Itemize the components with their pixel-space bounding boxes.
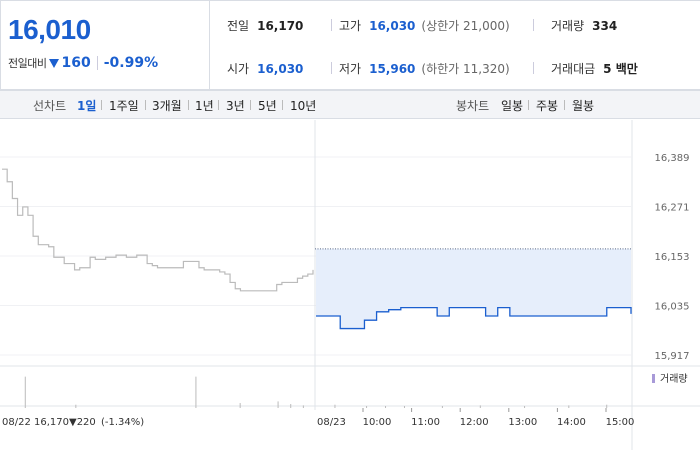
divider <box>331 62 332 74</box>
stat-value: 16,170 <box>257 18 304 33</box>
time-tick-label: 11:00 <box>411 417 440 428</box>
stat-value: 334 <box>592 18 618 33</box>
tab-1week[interactable]: 1주일 <box>109 97 139 114</box>
prev-day-date-label: 08/22 <box>2 417 31 428</box>
stat-label: 저가 <box>339 62 362 76</box>
divider <box>533 62 534 74</box>
stat-value: 16,030 <box>369 18 416 33</box>
tab-monthly-candle[interactable]: 월봉 <box>572 97 594 114</box>
tab-5years[interactable]: 5년 <box>258 97 277 114</box>
tab-divider <box>282 100 283 110</box>
tab-divider <box>564 100 565 110</box>
stat-high: 고가 16,030 (상한가 21,000) <box>339 17 510 34</box>
stat-label: 거래량 <box>551 19 585 33</box>
stat-label: 거래대금 <box>551 62 596 76</box>
tab-3months[interactable]: 3개월 <box>152 97 182 114</box>
quote-header: 16,010 전일대비 160 -0.99% 전일 16,170 고가 16,0… <box>0 0 700 90</box>
y-tick-label: 16,389 <box>655 153 690 164</box>
stat-amount: 거래대금 5 백만 <box>551 60 638 77</box>
tab-10years[interactable]: 10년 <box>290 97 316 114</box>
change-value: 160 <box>61 55 91 71</box>
y-tick-label: 15,917 <box>655 351 690 362</box>
stat-value: 16,030 <box>257 61 304 76</box>
tab-1day[interactable]: 1일 <box>77 97 96 114</box>
stat-sub: (상한가 21,000) <box>421 19 510 33</box>
stat-low: 저가 15,960 (하한가 11,320) <box>339 60 510 77</box>
stats-panel: 전일 16,170 고가 16,030 (상한가 21,000) 거래량 334… <box>211 1 700 89</box>
volume-legend-label: 거래량 <box>660 373 688 385</box>
down-arrow-icon <box>49 58 60 68</box>
stat-label: 전일 <box>227 19 250 33</box>
price-chart[interactable]: 16,389 16,271 16,153 16,035 15,917 거래량 08/22 16… <box>0 120 700 450</box>
time-tick-label: 15:00 <box>606 417 635 428</box>
chart-period-tabs: 선차트 1일 1주일 3개월 1년 3년 5년 10년 봉차트 일봉 주봉 월봉 <box>0 90 700 119</box>
tab-divider <box>218 100 219 110</box>
tab-3years[interactable]: 3년 <box>226 97 245 114</box>
prev-day-price-line <box>2 168 314 292</box>
change-percent: -0.99% <box>103 55 159 71</box>
time-tick-label: 14:00 <box>557 417 586 428</box>
divider <box>533 19 534 31</box>
stat-label: 시가 <box>227 62 250 76</box>
time-tick-label: 13:00 <box>508 417 537 428</box>
tab-daily-candle[interactable]: 일봉 <box>501 97 523 114</box>
stat-value: 15,960 <box>369 61 416 76</box>
stat-value: 5 백만 <box>603 62 638 76</box>
price-box: 16,010 전일대비 160 -0.99% <box>1 1 210 89</box>
divider <box>96 56 98 70</box>
today-date-label: 08/23 <box>317 417 346 428</box>
tab-weekly-candle[interactable]: 주봉 <box>536 97 558 114</box>
change-row: 전일대비 160 -0.99% <box>8 55 158 71</box>
stat-label: 고가 <box>339 19 362 33</box>
tab-divider <box>528 100 529 110</box>
tab-divider <box>250 100 251 110</box>
current-price: 16,010 <box>8 14 91 45</box>
volume-legend-swatch <box>652 374 655 383</box>
y-tick-label: 16,271 <box>655 203 690 214</box>
stat-prev-close: 전일 16,170 <box>227 17 303 34</box>
time-tick-label: 12:00 <box>460 417 489 428</box>
prev-day-change-label: ▼220 <box>69 417 96 428</box>
y-tick-label: 16,035 <box>655 302 690 313</box>
y-tick-label: 16,153 <box>655 252 690 263</box>
stat-open: 시가 16,030 <box>227 60 303 77</box>
candle-chart-label: 봉차트 <box>456 99 490 113</box>
change-label: 전일대비 <box>8 57 47 70</box>
prev-day-close-label: 16,170 <box>34 417 69 428</box>
stat-sub: (하한가 11,320) <box>421 62 510 76</box>
stock-chart-widget: 16,010 전일대비 160 -0.99% 전일 16,170 고가 16,0… <box>0 0 700 450</box>
prev-day-pct-label: (-1.34%) <box>101 417 144 428</box>
line-chart-label: 선차트 <box>33 99 67 113</box>
tab-divider <box>145 100 146 110</box>
time-tick-label: 10:00 <box>363 417 392 428</box>
tab-divider <box>188 100 189 110</box>
stat-volume: 거래량 334 <box>551 17 617 34</box>
tab-divider <box>101 100 102 110</box>
tab-1year[interactable]: 1년 <box>195 97 214 114</box>
divider <box>331 19 332 31</box>
